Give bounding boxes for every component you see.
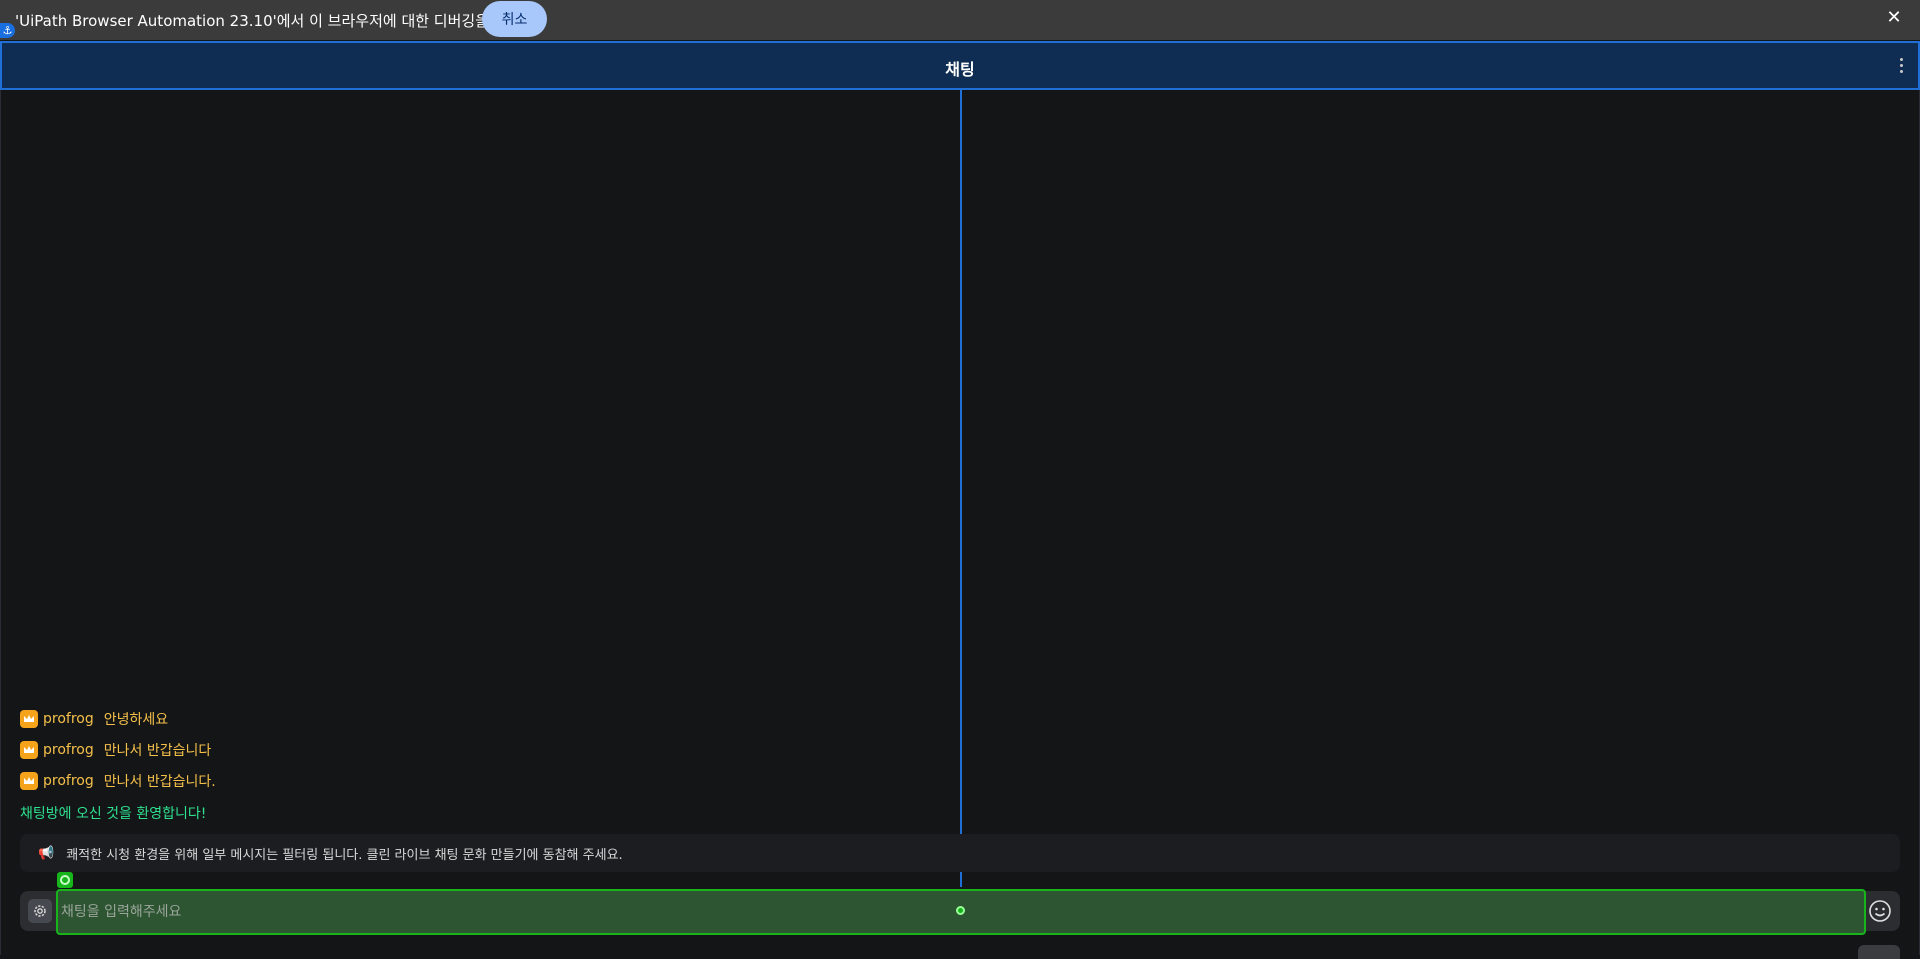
message-username[interactable]: profrog — [43, 742, 94, 758]
message-text: 만나서 반갑습니다 — [103, 743, 212, 759]
smiley-icon[interactable] — [1868, 899, 1892, 923]
notice-text: 쾌적한 시청 환경을 위해 일부 메시지는 필터링 됩니다. 클린 라이브 채팅… — [66, 847, 623, 863]
debug-infobar: 'UiPath Browser Automation 23.10'에서 이 브라… — [0, 0, 1920, 40]
megaphone-icon: 📢 — [38, 845, 55, 861]
debug-center-guide — [960, 90, 962, 887]
debug-message: 'UiPath Browser Automation 23.10'에서 이 브라… — [15, 12, 536, 30]
anchor-icon: ⚓ — [0, 23, 15, 38]
chat-message: profrog 만나서 반갑습니다 — [20, 740, 211, 760]
send-button[interactable] — [1858, 945, 1900, 959]
kebab-menu-icon[interactable] — [1894, 53, 1908, 77]
message-text: 만나서 반갑습니다. — [103, 774, 216, 790]
message-username[interactable]: profrog — [43, 773, 94, 789]
crown-icon — [20, 741, 38, 759]
crown-icon — [20, 772, 38, 790]
cancel-debug-button[interactable]: 취소 — [482, 1, 547, 37]
inspector-anchor-marker — [57, 872, 73, 888]
chat-message: profrog 만나서 반갑습니다. — [20, 771, 216, 791]
message-text: 안녕하세요 — [103, 712, 169, 728]
message-username[interactable]: profrog — [43, 711, 94, 727]
filter-notice: 📢 쾌적한 시청 환경을 위해 일부 메시지는 필터링 됩니다. 클린 라이브 … — [20, 834, 1900, 872]
inspector-center-dot — [956, 906, 965, 915]
welcome-message: 채팅방에 오신 것을 환영합니다! — [20, 806, 207, 822]
chat-message: profrog 안녕하세요 — [20, 709, 168, 729]
chat-title: 채팅 — [945, 60, 975, 79]
close-icon[interactable]: ✕ — [1882, 6, 1906, 30]
crown-icon — [20, 710, 38, 728]
chat-header: 채팅 — [0, 41, 1920, 90]
gear-icon[interactable] — [28, 899, 52, 923]
